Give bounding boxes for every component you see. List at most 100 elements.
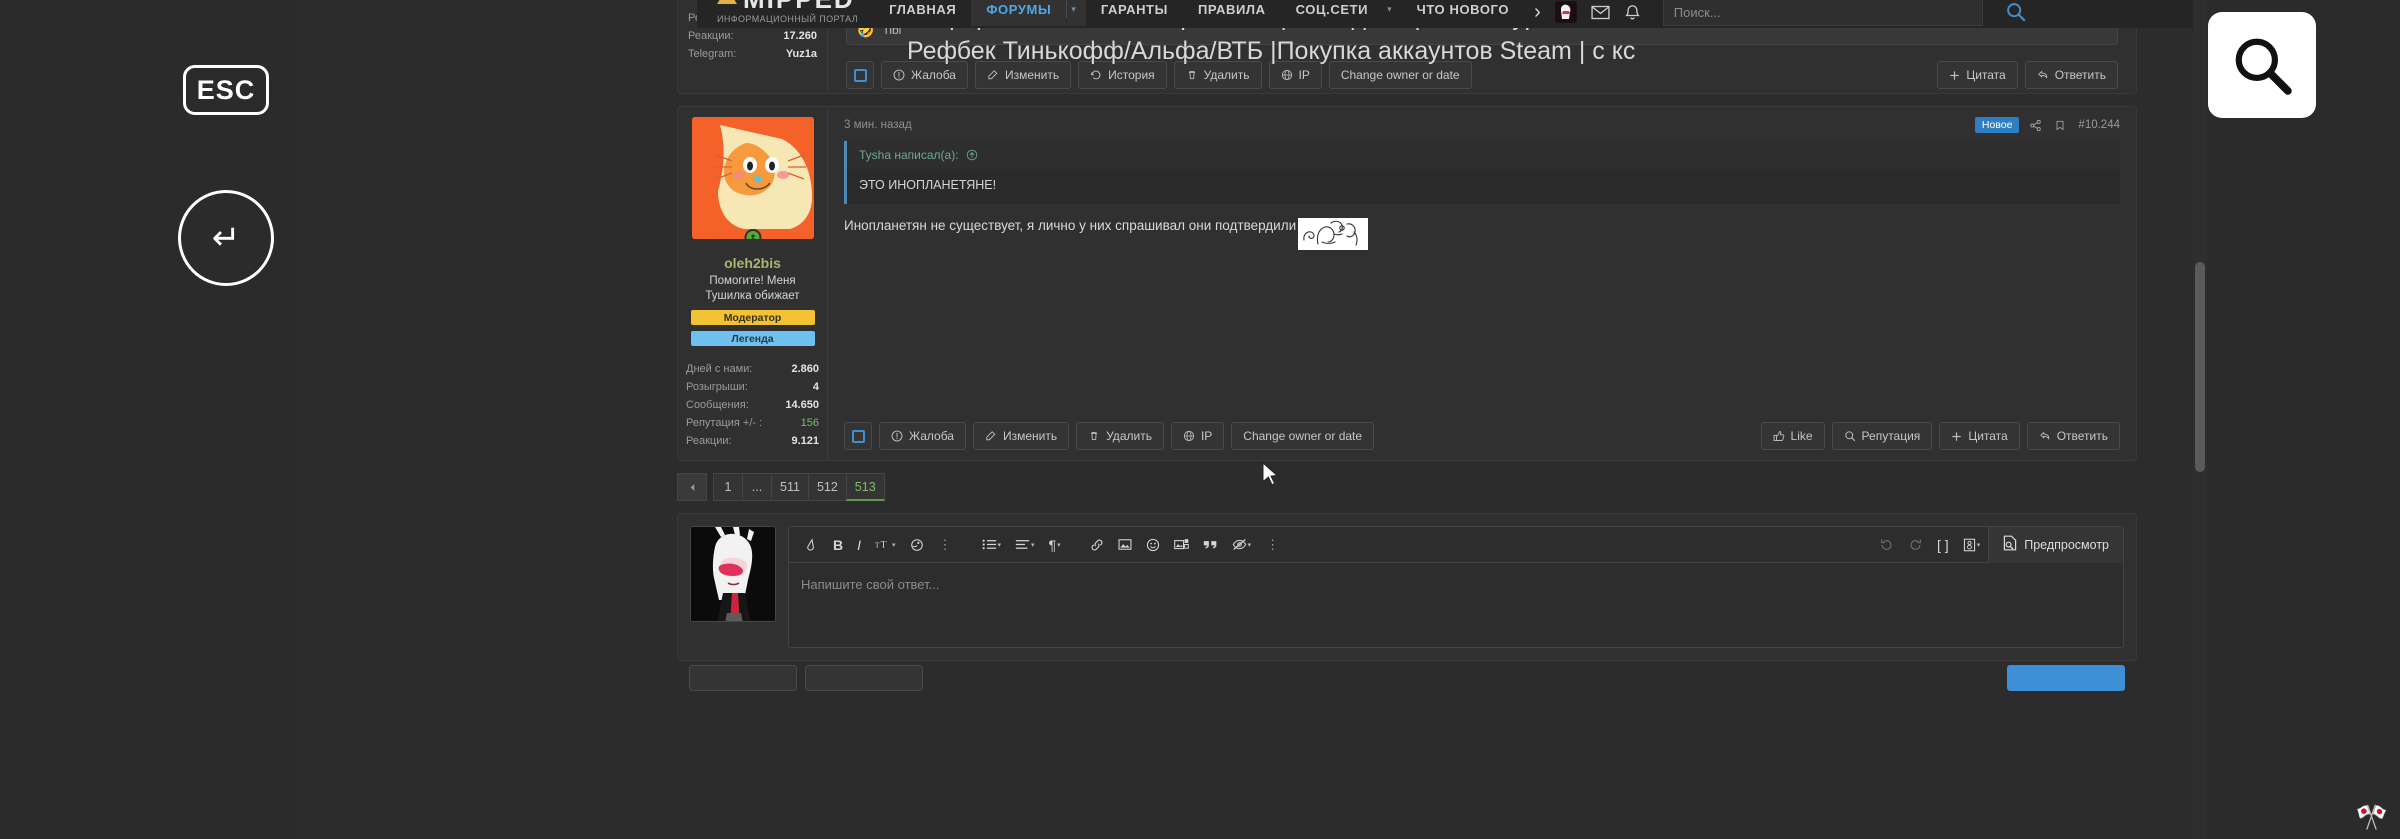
plus-icon <box>1951 431 1962 442</box>
blockquote-author[interactable]: Tysha написал(а): <box>859 148 959 162</box>
nav-item-forums[interactable]: ФОРУМЫ <box>971 0 1067 26</box>
anime-girl-avatar-icon <box>691 527 775 621</box>
post-reply-button[interactable] <box>2007 665 2125 691</box>
status-badge-legend: Легенда <box>690 331 815 346</box>
search-icon[interactable] <box>2005 1 2027 23</box>
more-vertical-icon-2[interactable]: ⋮ <box>1259 537 1286 553</box>
post-2-change-owner-button[interactable]: Change owner or date <box>1231 422 1375 450</box>
zoom-magnifier-badge[interactable] <box>2208 12 2316 118</box>
post-2-ip-button[interactable]: IP <box>1170 422 1225 450</box>
reply-arrow-icon <box>2039 430 2051 442</box>
scrollbar-thumb[interactable] <box>2195 262 2205 472</box>
bookmark-icon[interactable] <box>2054 119 2066 132</box>
nav-right-tools: › Поиск... <box>1534 0 2027 26</box>
button-label: Change owner or date <box>1340 68 1460 82</box>
bell-icon[interactable] <box>1624 4 1641 21</box>
pagination-page-512[interactable]: 512 <box>807 473 847 501</box>
spoiler-icon[interactable]: ▾ <box>1226 532 1258 558</box>
stat-row: Репутация +/- : 156 <box>686 414 819 432</box>
pagination: 1 ... 511 512 513 <box>677 473 2137 501</box>
paragraph-icon[interactable]: ¶ ▾ <box>1043 532 1067 558</box>
more-vertical-icon-1[interactable]: ⋮ <box>932 537 959 553</box>
post-2-select-checkbox[interactable] <box>844 422 872 450</box>
brand-name: MIPPED <box>717 0 858 12</box>
vertical-scrollbar[interactable] <box>2193 0 2207 839</box>
nav-overflow-chevron-right-icon[interactable]: › <box>1534 1 1541 24</box>
button-label: IP <box>1200 429 1213 443</box>
pagination-page-513-current[interactable]: 513 <box>845 473 885 501</box>
button-label: IP <box>1298 68 1310 82</box>
user-avatar-icon[interactable] <box>1554 1 1577 23</box>
pagination-ellipsis[interactable]: ... <box>742 473 772 501</box>
troll-face-meme-icon[interactable] <box>1298 218 1369 250</box>
italic-icon[interactable]: I <box>851 532 867 558</box>
nav-item-main[interactable]: ГЛАВНАЯ <box>874 0 971 26</box>
remove-formatting-icon[interactable] <box>799 532 825 558</box>
quote-icon[interactable] <box>1197 532 1224 558</box>
button-label: Удалить <box>1106 429 1152 443</box>
reply-arrow-icon <box>2037 69 2049 81</box>
site-logo[interactable]: MIPPED ИНФОРМАЦИОННЫЙ ПОРТАЛ <box>697 0 874 26</box>
current-user-avatar[interactable] <box>690 526 776 622</box>
post-2-user-tagline: Помогите! Меня Тушилка обижает <box>699 274 805 304</box>
trash-icon <box>1186 69 1198 81</box>
font-size-icon[interactable]: T T ▾ <box>869 532 902 558</box>
nav-item-guarantors[interactable]: ГАРАНТЫ <box>1086 0 1183 26</box>
post-2-reputation-button[interactable]: Репутация <box>1831 422 1933 450</box>
post-2-body: 3 мин. назад Новое #10.244 Tysha написал… <box>828 107 2136 460</box>
esc-key-overlay[interactable]: ESC <box>183 65 269 115</box>
post-2-report-button[interactable]: Жалоба <box>879 422 966 450</box>
left-gutter <box>0 0 297 839</box>
undo-icon[interactable] <box>1873 532 1900 558</box>
preview-button[interactable]: Предпросмотр <box>1988 526 2123 563</box>
post-2-reply-button[interactable]: Ответить <box>2026 422 2120 450</box>
nav-social-dropdown-chevron-down-icon[interactable]: ▾ <box>1383 0 1402 26</box>
attach-files-button[interactable] <box>689 665 797 691</box>
button-label: Ответить <box>2054 68 2106 82</box>
svg-text:T: T <box>881 540 887 551</box>
bullet-list-icon[interactable]: ▾ <box>976 532 1008 558</box>
enter-key-overlay[interactable]: ↵ <box>178 190 274 286</box>
top-navigation-bar: MIPPED ИНФОРМАЦИОННЫЙ ПОРТАЛ ГЛАВНАЯ ФОР… <box>697 0 2207 28</box>
nav-item-social[interactable]: СОЦ.СЕТИ <box>1281 0 1383 26</box>
post-2-edit-button[interactable]: Изменить <box>972 422 1070 450</box>
text-color-icon[interactable] <box>904 532 930 558</box>
post-number[interactable]: #10.244 <box>2078 119 2120 131</box>
pagination-prev-button[interactable] <box>677 473 707 501</box>
search-icon <box>1844 430 1856 442</box>
search-input[interactable]: Поиск... <box>1662 0 1983 26</box>
share-icon[interactable] <box>2029 119 2042 132</box>
post-2-delete-button[interactable]: Удалить <box>1076 422 1164 450</box>
nav-item-whats-new[interactable]: ЧТО НОВОГО <box>1402 0 1524 26</box>
button-label: Change owner or date <box>1243 429 1363 443</box>
pagination-page-1[interactable]: 1 <box>713 473 743 501</box>
more-options-button[interactable] <box>805 665 923 691</box>
pagination-page-511[interactable]: 511 <box>771 473 809 501</box>
button-label: Ответить <box>2056 429 2108 443</box>
envelope-icon[interactable] <box>1591 5 1610 20</box>
media-icon[interactable] <box>1168 532 1195 558</box>
stat-label: Реакции: <box>686 435 732 447</box>
emoji-icon[interactable] <box>1140 532 1166 558</box>
code-icon[interactable]: ▾ <box>1957 532 1987 558</box>
post-body-spacer <box>844 250 2120 406</box>
globe-icon <box>1281 69 1293 81</box>
magnifier-icon <box>2235 38 2292 95</box>
bold-icon[interactable]: B <box>827 532 849 558</box>
nav-item-rules[interactable]: ПРАВИЛА <box>1183 0 1281 26</box>
image-icon[interactable] <box>1112 532 1138 558</box>
bbcode-icon[interactable]: [ ] <box>1931 532 1955 558</box>
avatar[interactable] <box>691 117 814 239</box>
jump-to-post-icon[interactable] <box>966 149 978 161</box>
link-icon[interactable] <box>1084 532 1110 558</box>
trash-icon <box>1088 430 1100 442</box>
stat-value: 156 <box>800 417 819 429</box>
reply-textarea[interactable]: Напишите свой ответ... <box>789 563 2123 647</box>
post-2-quote-button[interactable]: Цитата <box>1939 422 2020 450</box>
post-2-username[interactable]: oleh2bis <box>724 255 781 271</box>
nav-menu: ГЛАВНАЯ ФОРУМЫ ▾ ГАРАНТЫ ПРАВИЛА СОЦ.СЕТ… <box>874 0 1524 26</box>
post-2-like-button[interactable]: Like <box>1760 422 1825 450</box>
nav-forums-dropdown-chevron-down-icon[interactable]: ▾ <box>1067 0 1086 26</box>
redo-icon[interactable] <box>1902 532 1929 558</box>
align-icon[interactable]: ▾ <box>1009 532 1041 558</box>
